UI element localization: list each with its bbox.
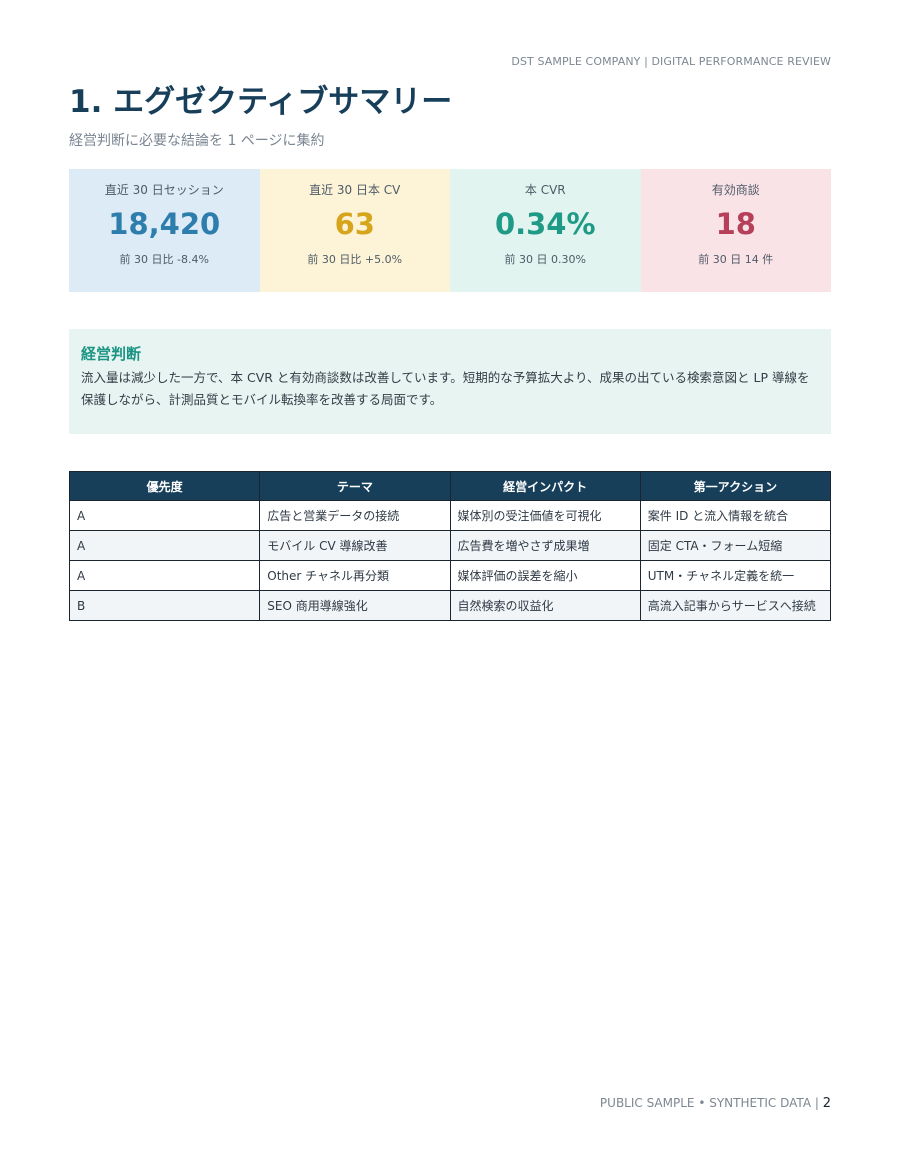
table-cell: 自然検索の収益化	[449, 590, 641, 621]
table-cell: 広告と営業データの接続	[259, 500, 451, 531]
column-header: 第一アクション	[639, 471, 832, 501]
kpi-value: 18	[715, 207, 756, 241]
decision-title: 経営判断	[81, 345, 142, 363]
page-footer: PUBLIC SAMPLE • SYNTHETIC DATA | 2	[600, 1096, 831, 1111]
table-row: A 広告と営業データの接続 媒体別の受注価値を可視化 案件 ID と流入情報を統…	[68, 500, 832, 531]
page-number: 2	[822, 1096, 831, 1111]
table-row: B SEO 商用導線強化 自然検索の収益化 高流入記事からサービスへ接続	[68, 590, 832, 621]
table-cell: 高流入記事からサービスへ接続	[639, 590, 832, 621]
kpi-card-cvr: 本 CVR 0.34% 前 30 日 0.30%	[450, 169, 641, 292]
kpi-row: 直近 30 日セッション 18,420 前 30 日比 -8.4% 直近 30 …	[69, 169, 831, 292]
kpi-note: 前 30 日比 +5.0%	[307, 253, 403, 266]
table-cell: 広告費を増やさず成果増	[449, 530, 641, 561]
table-cell: UTM・チャネル定義を統一	[639, 560, 832, 591]
table-cell: A	[68, 530, 261, 561]
table-cell: 媒体評価の誤差を縮小	[449, 560, 641, 591]
kpi-card-sessions: 直近 30 日セッション 18,420 前 30 日比 -8.4%	[69, 169, 260, 292]
column-header: 経営インパクト	[449, 471, 641, 501]
decision-body: 流入量は減少した一方で、本 CVR と有効商談数は改善しています。短期的な予算拡…	[81, 370, 810, 407]
table-cell: A	[68, 500, 261, 531]
priority-table: 優先度 テーマ 経営インパクト 第一アクション A 広告と営業データの接続 媒体…	[68, 471, 832, 621]
kpi-note: 前 30 日 0.30%	[504, 253, 586, 266]
kpi-card-conversions: 直近 30 日本 CV 63 前 30 日比 +5.0%	[259, 169, 450, 292]
kpi-label: 有効商談	[711, 183, 760, 197]
kpi-value: 18,420	[108, 207, 221, 241]
table-cell: SEO 商用導線強化	[259, 590, 451, 621]
kpi-value: 0.34%	[494, 207, 596, 241]
column-header: テーマ	[259, 471, 451, 501]
kpi-note: 前 30 日比 -8.4%	[119, 253, 209, 266]
table-cell: モバイル CV 導線改善	[259, 530, 451, 561]
header-note: DST SAMPLE COMPANY | DIGITAL PERFORMANCE…	[511, 55, 831, 68]
page-title: 1. エグゼクティブサマリー	[69, 84, 453, 120]
kpi-note: 前 30 日 14 件	[698, 253, 774, 266]
table-cell: B	[68, 590, 261, 621]
kpi-card-deals: 有効商談 18 前 30 日 14 件	[640, 169, 831, 292]
kpi-label: 直近 30 日本 CV	[309, 183, 401, 197]
table-cell: A	[68, 560, 261, 591]
kpi-label: 本 CVR	[524, 183, 566, 197]
column-header: 優先度	[68, 471, 261, 501]
kpi-value: 63	[334, 207, 375, 241]
footer-text: PUBLIC SAMPLE • SYNTHETIC DATA |	[599, 1096, 823, 1110]
page-subtitle: 経営判断に必要な結論を 1 ページに集約	[69, 133, 325, 149]
table-header-row: 優先度 テーマ 経営インパクト 第一アクション	[68, 471, 832, 501]
table-cell: 媒体別の受注価値を可視化	[449, 500, 641, 531]
table-row: A モバイル CV 導線改善 広告費を増やさず成果増 固定 CTA・フォーム短縮	[68, 530, 832, 561]
table-row: A Other チャネル再分類 媒体評価の誤差を縮小 UTM・チャネル定義を統一	[68, 560, 832, 591]
table-cell: Other チャネル再分類	[259, 560, 451, 591]
kpi-label: 直近 30 日セッション	[104, 183, 224, 197]
table-cell: 案件 ID と流入情報を統合	[639, 500, 832, 531]
decision-panel: 経営判断 流入量は減少した一方で、本 CVR と有効商談数は改善しています。短期…	[69, 329, 831, 434]
table-cell: 固定 CTA・フォーム短縮	[639, 530, 832, 561]
